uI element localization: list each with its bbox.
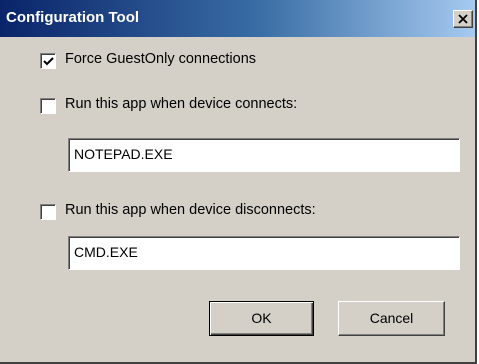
connect-app-input[interactable] [72,142,458,166]
run-on-connect-checkbox[interactable] [40,98,56,114]
force-guestonly-option[interactable]: Force GuestOnly connections [40,51,340,73]
run-on-disconnect-checkbox[interactable] [40,204,56,220]
run-on-disconnect-option[interactable]: Run this app when device disconnects: [40,202,420,224]
run-on-connect-option[interactable]: Run this app when device connects: [40,96,400,118]
run-on-connect-label: Run this app when device connects: [65,96,298,112]
run-on-disconnect-label: Run this app when device disconnects: [65,202,316,218]
force-guestonly-checkbox[interactable] [40,53,56,69]
title-bar[interactable]: Configuration Tool [0,0,475,37]
disconnect-app-field[interactable] [68,236,460,270]
close-button[interactable] [453,10,473,28]
close-icon [458,14,468,24]
connect-app-field[interactable] [68,138,460,172]
force-guestonly-label: Force GuestOnly connections [65,51,257,67]
ok-button[interactable]: OK [209,301,314,336]
cancel-button[interactable]: Cancel [338,301,445,336]
disconnect-app-input[interactable] [72,240,458,264]
window-title: Configuration Tool [6,9,140,26]
configuration-dialog: Configuration Tool Force GuestOnly conne… [0,0,477,364]
checkmark-icon [43,57,54,66]
